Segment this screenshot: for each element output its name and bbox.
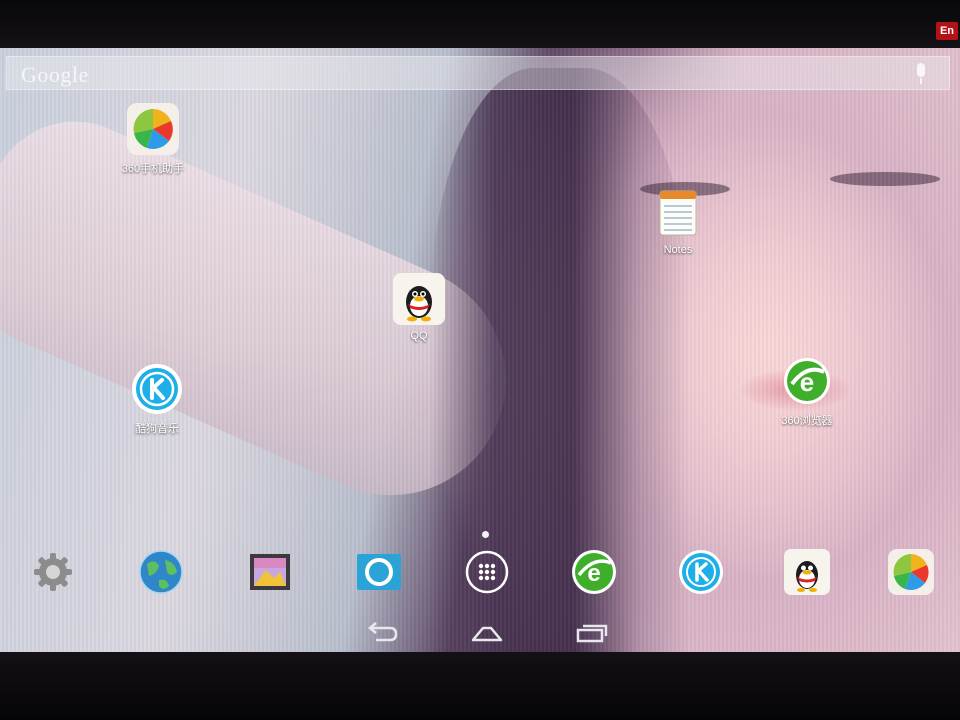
google-logo: Google — [21, 62, 89, 87]
app-label: Notes — [663, 244, 693, 256]
qq-penguin-icon — [392, 272, 446, 326]
bezel-bottom — [0, 652, 960, 720]
home-icon — [471, 626, 503, 642]
app-label: QQ — [410, 330, 428, 342]
tablet-photo: En Google 360手机助手 Notes QQ 酷狗音乐 e 360浏览器… — [0, 0, 960, 720]
kugou-music-icon — [130, 362, 184, 416]
qq-penguin-icon — [784, 549, 830, 595]
dock-browser[interactable] — [137, 548, 185, 596]
app-label: 360浏览器 — [781, 415, 833, 427]
360-assistant-icon — [126, 102, 180, 156]
360-browser-icon: e — [780, 354, 834, 408]
dock-settings[interactable] — [29, 548, 77, 596]
dock-kugou-music[interactable] — [677, 548, 725, 596]
dock-360-browser[interactable]: e — [570, 548, 618, 596]
svg-text:e: e — [587, 560, 600, 587]
nav-back-button[interactable] — [364, 620, 400, 646]
app-360-assistant[interactable]: 360手机助手 — [108, 102, 198, 176]
microphone-icon[interactable] — [915, 63, 927, 85]
dock-camera[interactable] — [355, 548, 403, 596]
app-drawer-icon — [465, 550, 509, 594]
app-360-browser[interactable]: e 360浏览器 — [762, 354, 852, 428]
notes-icon — [651, 186, 705, 240]
app-label: 360手机助手 — [121, 163, 185, 175]
gallery-icon — [250, 554, 290, 590]
page-indicator-dot — [482, 531, 489, 538]
dock-all-apps[interactable] — [463, 548, 511, 596]
input-method-badge[interactable]: En — [936, 22, 958, 40]
dock-qq[interactable] — [783, 548, 831, 596]
app-notes[interactable]: Notes — [633, 186, 723, 256]
dock-360-assistant[interactable] — [887, 548, 935, 596]
app-label: 酷狗音乐 — [135, 423, 179, 435]
back-icon — [368, 622, 398, 642]
dock-gallery[interactable] — [246, 548, 294, 596]
nav-recents-button[interactable] — [574, 620, 610, 646]
globe-icon — [139, 550, 183, 594]
app-qq[interactable]: QQ — [374, 272, 464, 342]
app-kugou-music[interactable]: 酷狗音乐 — [112, 362, 202, 436]
kugou-music-icon — [679, 550, 723, 594]
360-assistant-icon — [888, 549, 934, 595]
svg-text:e: e — [800, 367, 814, 397]
nav-home-button[interactable] — [469, 620, 505, 646]
camera-icon — [357, 554, 401, 590]
bezel-top — [0, 0, 960, 52]
gear-icon — [34, 553, 72, 591]
recent-apps-icon — [576, 624, 608, 643]
360-browser-icon: e — [572, 550, 616, 594]
google-search-bar[interactable]: Google — [6, 56, 950, 90]
